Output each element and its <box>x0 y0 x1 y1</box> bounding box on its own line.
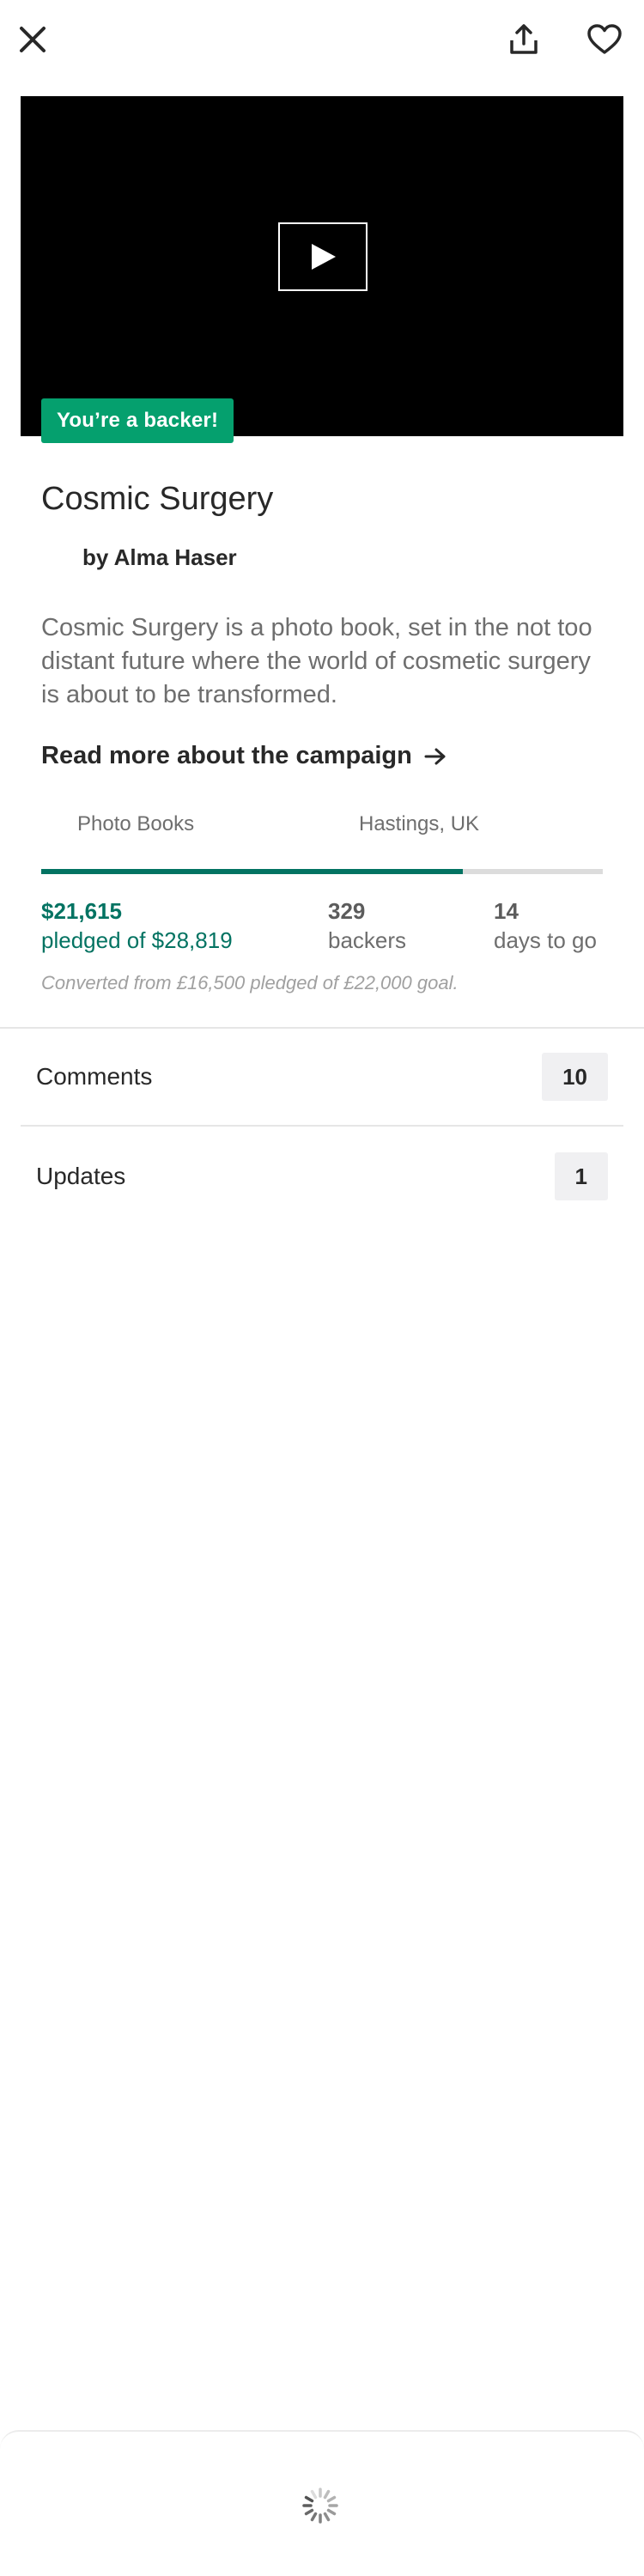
top-nav-bar <box>0 0 644 77</box>
play-button[interactable] <box>278 222 368 291</box>
divider <box>0 1027 644 1029</box>
heart-icon <box>587 24 622 54</box>
backers-count: 329 <box>328 898 366 924</box>
pledged-goal: pledged of $28,819 <box>41 927 233 953</box>
arrow-right-icon <box>424 748 446 764</box>
creator-name[interactable]: by Alma Haser <box>82 544 237 571</box>
comments-label: Comments <box>36 1063 153 1090</box>
share-button[interactable] <box>500 15 548 64</box>
share-icon <box>510 24 538 54</box>
read-more-label: Read more about the campaign <box>41 742 412 769</box>
category-tag[interactable]: Photo Books <box>77 812 194 836</box>
play-icon <box>312 244 336 270</box>
currency-conversion-note: Converted from £16,500 pledged of £22,00… <box>41 972 459 993</box>
read-more-link[interactable]: Read more about the campaign <box>41 742 447 770</box>
loading-spinner-icon <box>302 2488 338 2524</box>
comments-row[interactable]: Comments 10 <box>21 1034 623 1120</box>
project-title: Cosmic Surgery <box>41 481 274 517</box>
project-video[interactable] <box>21 96 623 436</box>
project-page: You’re a backer! Cosmic Surgery by Alma … <box>0 0 644 2576</box>
funding-progress-bar <box>41 869 603 874</box>
days-label: days to go <box>494 927 597 953</box>
close-icon <box>20 27 46 52</box>
location-tag[interactable]: Hastings, UK <box>359 812 479 836</box>
project-description: Cosmic Surgery is a photo book, set in t… <box>41 614 592 708</box>
days-count: 14 <box>494 898 519 924</box>
close-button[interactable] <box>9 15 57 64</box>
save-project-button[interactable] <box>580 15 629 64</box>
updates-count-badge: 1 <box>554 1152 608 1200</box>
backers-label: backers <box>328 927 407 953</box>
days-to-go-stat: 14 days to go <box>494 896 597 955</box>
funding-progress-fill <box>41 869 463 874</box>
updates-label: Updates <box>36 1163 126 1189</box>
updates-row[interactable]: Updates 1 <box>21 1133 623 1219</box>
divider <box>21 1125 623 1127</box>
comments-count-badge: 10 <box>542 1053 608 1101</box>
backers-stat: 329 backers <box>328 896 406 955</box>
backer-badge: You’re a backer! <box>41 398 234 443</box>
pledged-stat: $21,615 pledged of $28,819 <box>41 896 233 955</box>
pledged-amount: $21,615 <box>41 898 122 924</box>
